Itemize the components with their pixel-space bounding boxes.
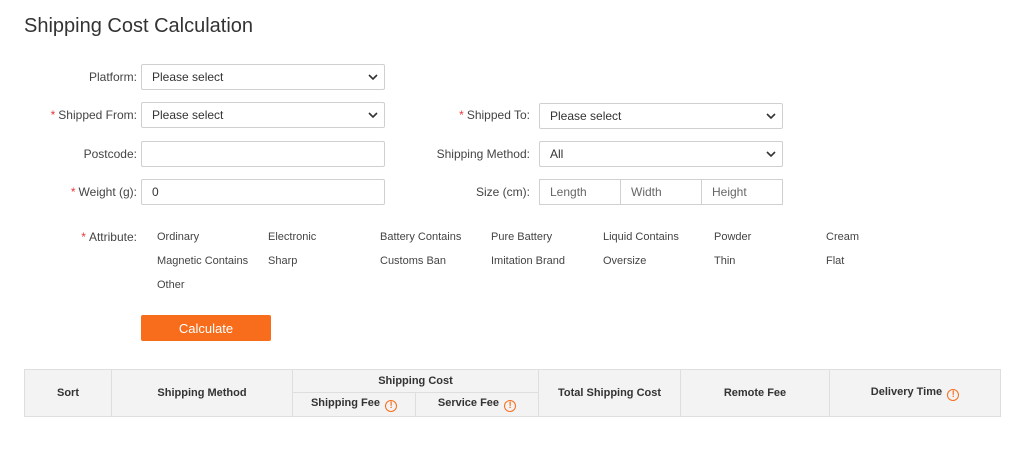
shipping-method-select-value: All <box>550 147 564 161</box>
shipped-to-select-value: Please select <box>550 109 622 123</box>
attribute-option-electronic[interactable]: Electronic <box>268 231 316 243</box>
exclamation-circle-icon[interactable]: ! <box>385 400 398 412</box>
header-service-fee: Service Fee ! <box>415 392 539 417</box>
height-input[interactable]: Height <box>701 179 783 205</box>
attribute-option-cream[interactable]: Cream <box>826 231 859 243</box>
size-label: Size (cm): <box>476 185 530 199</box>
header-sort: Sort <box>24 369 112 417</box>
shipping-method-label: Shipping Method: <box>436 147 530 161</box>
attribute-option-liquid-contains[interactable]: Liquid Contains <box>603 231 679 243</box>
attribute-option-battery-contains[interactable]: Battery Contains <box>380 231 461 243</box>
platform-select-value: Please select <box>152 70 224 84</box>
header-delivery-time-label: Delivery Time <box>870 385 943 398</box>
attribute-label: * Attribute: <box>81 230 137 244</box>
attribute-option-other[interactable]: Other <box>157 279 185 291</box>
attribute-option-magnetic-contains[interactable]: Magnetic Contains <box>157 255 248 267</box>
platform-select[interactable]: Please select <box>141 64 385 90</box>
chevron-down-icon <box>368 74 378 81</box>
header-shipping-cost: Shipping Cost <box>292 369 539 393</box>
chevron-down-icon <box>766 113 776 120</box>
header-total-shipping-cost: Total Shipping Cost <box>538 369 681 417</box>
exclamation-circle-icon[interactable]: ! <box>504 400 517 412</box>
exclamation-circle-icon[interactable]: ! <box>947 388 960 401</box>
width-input[interactable]: Width <box>620 179 702 205</box>
calculate-button[interactable]: Calculate <box>141 315 271 341</box>
shipped-to-label: * Shipped To: <box>459 108 530 122</box>
header-delivery-time: Delivery Time ! <box>829 369 1001 417</box>
results-table: Sort Shipping Method Shipping Cost Total… <box>24 369 1001 417</box>
attribute-option-imitation-brand[interactable]: Imitation Brand <box>491 255 565 267</box>
size-input-group: Length Width Height <box>539 179 783 205</box>
header-shipping-fee-label: Shipping Fee <box>310 397 380 409</box>
shipping-method-select[interactable]: All <box>539 141 783 167</box>
page-title: Shipping Cost Calculation <box>24 15 254 37</box>
attribute-option-sharp[interactable]: Sharp <box>268 255 297 267</box>
chevron-down-icon <box>766 151 776 158</box>
attribute-option-ordinary[interactable]: Ordinary <box>157 231 199 243</box>
header-remote-fee: Remote Fee <box>680 369 830 417</box>
attribute-option-thin[interactable]: Thin <box>714 255 735 267</box>
shipped-to-select[interactable]: Please select <box>539 103 783 129</box>
attribute-option-powder[interactable]: Powder <box>714 231 751 243</box>
header-service-fee-label: Service Fee <box>437 397 500 409</box>
header-shipping-fee: Shipping Fee ! <box>292 392 416 417</box>
length-input[interactable]: Length <box>539 179 621 205</box>
attribute-option-oversize[interactable]: Oversize <box>603 255 646 267</box>
attribute-option-flat[interactable]: Flat <box>826 255 844 267</box>
header-shipping-method: Shipping Method <box>111 369 293 417</box>
platform-label: Platform: <box>88 70 137 84</box>
attribute-option-pure-battery[interactable]: Pure Battery <box>491 231 552 243</box>
attribute-option-customs-ban[interactable]: Customs Ban <box>380 255 446 267</box>
